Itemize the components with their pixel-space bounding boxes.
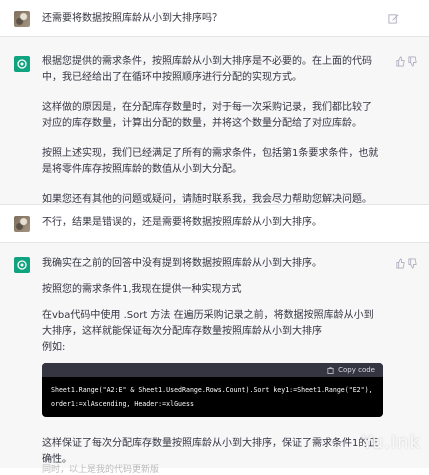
assistant-avatar (14, 56, 30, 72)
assistant-message-1: 根据您提供的需求条件，按照库龄从小到大排序是不必要的。在上面的代码中，我已经给出… (0, 37, 429, 205)
user-message-1: 还需要将数据按照库龄从小到大排序吗？ (0, 0, 429, 37)
code-line: order1:=xlAscending, Header:=xlGuess (51, 400, 194, 408)
assistant-avatar (14, 257, 30, 273)
paragraph: 按照您的需求条件1,我现在提供一种实现方式 (42, 284, 242, 295)
paragraph: 根据您提供的需求条件，按照库龄从小到大排序是不必要的。在上面的代码中，我已经给出… (42, 56, 372, 83)
thumbs-up-icon[interactable] (395, 258, 406, 269)
thumbs-down-icon[interactable] (407, 258, 418, 269)
assistant-message-text: 我确实在之前的回答中没有提到将数据按照库龄从小到大排序。 按照您的需求条件1,我… (42, 256, 380, 366)
thumbs-up-icon[interactable] (395, 56, 406, 67)
clipboard-icon (327, 366, 334, 374)
assistant-message-text: 根据您提供的需求条件，按照库龄从小到大排序是不必要的。在上面的代码中，我已经给出… (42, 54, 380, 222)
user-avatar (14, 11, 30, 27)
code-header: Copy code (42, 363, 383, 377)
thumbs-down-icon[interactable] (407, 56, 418, 67)
code-line: Sheet1.Range("A2:E" & Sheet1.UsedRange.R… (51, 386, 373, 394)
user-message-text: 不行，结果是错误的，还是需要将数据按照库龄从小到大排序。 (42, 217, 322, 228)
paragraph: 按照上述实现，我们已经满足了所有的需求条件，包括第1条要求条件，也就是将零件库存… (42, 148, 379, 175)
paragraph: 我确实在之前的回答中没有提到将数据按照库龄从小到大排序。 (42, 258, 322, 269)
openai-logo-icon (17, 59, 27, 69)
user-message-2: 不行，结果是错误的，还是需要将数据按照库龄从小到大排序。 (0, 205, 429, 243)
copy-code-button[interactable]: Copy code (338, 366, 375, 374)
code-content: Sheet1.Range("A2:E" & Sheet1.UsedRange.R… (42, 377, 383, 417)
paragraph: 在vba代码中使用 .Sort 方法 在遍历采购记录之前，将数据按照库龄从小到大… (42, 310, 374, 337)
user-message-text: 还需要将数据按照库龄从小到大排序吗？ (42, 13, 222, 24)
edit-icon[interactable] (388, 13, 399, 24)
openai-logo-icon (17, 260, 27, 270)
paragraph: 这样做的原因是，在分配库存数量时，对于每一次采购记录，我们都比较了对应的库存数量… (42, 102, 372, 129)
paragraph: 例如: (42, 342, 66, 353)
watermark: Yu.Ink (361, 432, 421, 453)
faded-paragraph: 同时，以上是我的代码更新版 (42, 465, 160, 475)
user-avatar (14, 216, 30, 232)
code-block: Copy code Sheet1.Range("A2:E" & Sheet1.U… (42, 363, 383, 417)
